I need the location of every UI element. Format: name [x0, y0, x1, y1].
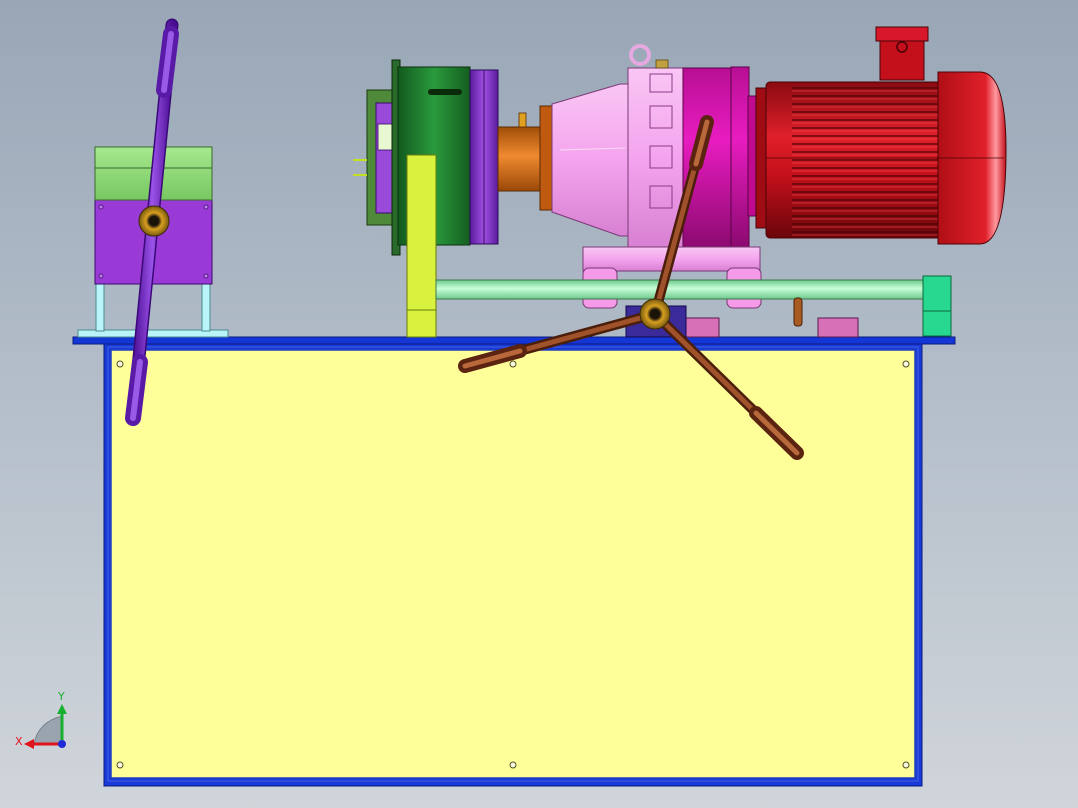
reducer-cone[interactable]	[551, 83, 633, 237]
coupling-ring	[539, 105, 553, 211]
handwheel-hub-center	[650, 309, 660, 319]
lever-pivot-center	[149, 216, 159, 226]
tank-top-plate[interactable]	[72, 336, 956, 345]
drive-shaft[interactable]	[435, 275, 952, 338]
terminal-box[interactable]	[879, 37, 925, 81]
pump-leg-left	[95, 282, 105, 332]
bolt	[902, 360, 910, 368]
cad-viewport[interactable]: Y X	[0, 0, 1078, 808]
triad-plane	[33, 715, 63, 745]
reducer-ring[interactable]	[682, 67, 732, 249]
tank-front-panel[interactable]	[110, 349, 916, 779]
x-axis-arrowhead	[24, 739, 34, 749]
shaft-coupling[interactable]	[497, 105, 553, 211]
flange-slot	[428, 89, 462, 95]
bolt	[509, 360, 517, 368]
screw	[203, 204, 209, 210]
screw	[98, 273, 104, 279]
valve-block-left[interactable]	[682, 317, 720, 338]
pump-leg-right	[201, 282, 211, 332]
terminal-box-lid[interactable]	[875, 26, 929, 42]
reducer-flange[interactable]	[730, 66, 750, 248]
y-axis-arrowhead	[57, 704, 67, 714]
bolt	[509, 761, 517, 769]
shaft-rod[interactable]	[435, 279, 925, 300]
axis-triad[interactable]: Y X	[15, 690, 67, 749]
shaft-end-block[interactable]	[922, 275, 952, 337]
x-axis-label: X	[15, 735, 23, 748]
z-axis-dot	[58, 740, 66, 748]
oil-tank[interactable]	[72, 336, 956, 787]
drain-pipe	[793, 297, 803, 327]
lifting-eye[interactable]	[629, 44, 651, 66]
y-axis-label: Y	[57, 690, 65, 703]
coupling-body[interactable]	[497, 126, 545, 192]
hydraulic-unit-model[interactable]: Y X	[0, 0, 1078, 808]
bolt	[116, 761, 124, 769]
valve-block-right[interactable]	[817, 317, 859, 338]
electric-motor[interactable]	[755, 26, 1007, 245]
vent-plug	[655, 59, 669, 69]
screw	[203, 273, 209, 279]
bolt	[902, 761, 910, 769]
screw	[98, 204, 104, 210]
coupling-key	[518, 112, 527, 128]
gear-reducer[interactable]	[551, 44, 762, 309]
bolt	[116, 360, 124, 368]
